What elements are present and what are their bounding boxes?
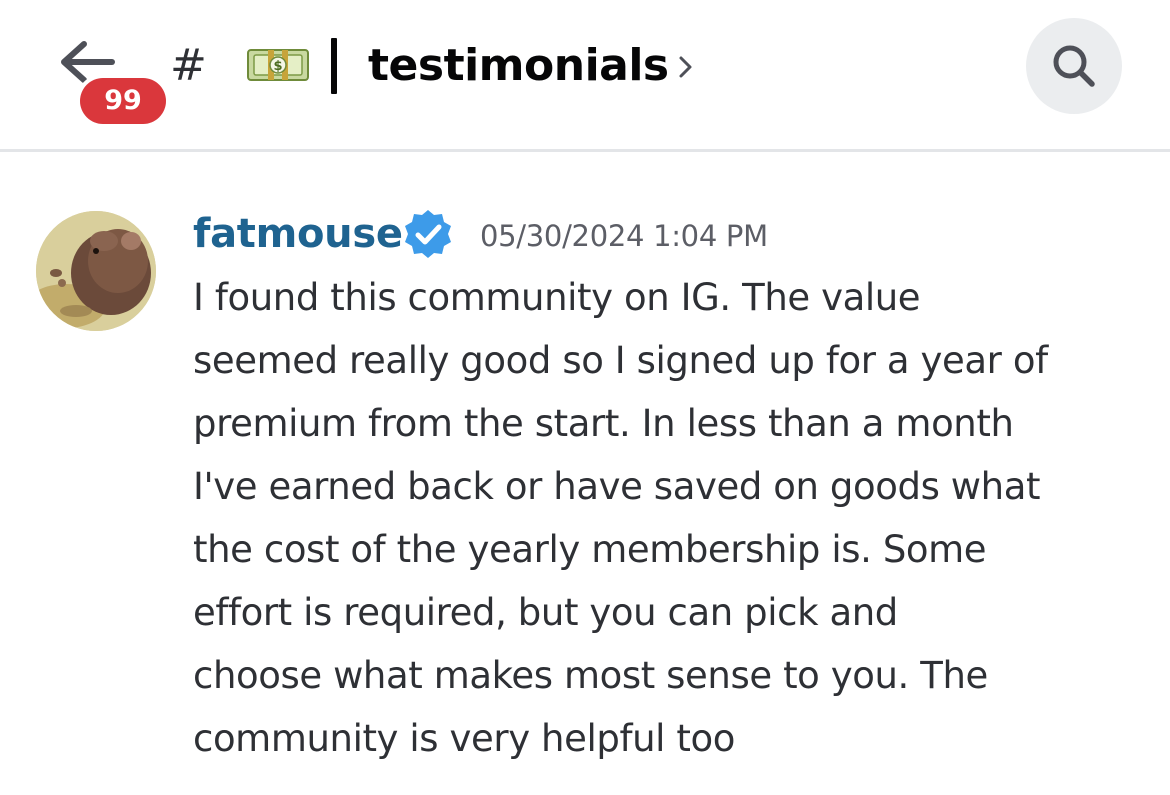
channel-header: 99 # $ testimonials — [0, 0, 1170, 152]
unread-count-badge: 99 — [80, 78, 166, 124]
message-line: premium from the start. In less than a m… — [193, 402, 1014, 445]
message-line: I've earned back or have saved on goods … — [193, 465, 1041, 508]
money-with-wings-banknote-icon: $ — [247, 49, 309, 81]
message-line: choose what makes most sense to you. The — [193, 654, 988, 697]
message-line: community is very helpful too — [193, 717, 735, 760]
chevron-right-icon[interactable] — [676, 52, 696, 82]
message-content: I found this community on IG. The value … — [193, 266, 1143, 770]
verified-badge-icon — [405, 210, 451, 258]
svg-text:$: $ — [273, 59, 282, 74]
message-author[interactable]: fatmouse — [193, 206, 403, 262]
channel-title[interactable]: testimonials — [368, 34, 669, 98]
message-line: effort is required, but you can pick and — [193, 591, 898, 634]
message-line: the cost of the yearly membership is. So… — [193, 528, 987, 571]
channel-hash-icon: # — [170, 40, 207, 91]
header-divider — [0, 149, 1170, 152]
message-line: seemed really good so I signed up for a … — [193, 339, 1048, 382]
search-icon — [1053, 45, 1095, 87]
avatar[interactable] — [36, 211, 156, 331]
search-button[interactable] — [1026, 18, 1122, 114]
message-timestamp: 05/30/2024 1:04 PM — [480, 219, 768, 253]
mouse-avatar-image — [36, 211, 156, 331]
channel-separator — [331, 38, 337, 94]
message-line: I found this community on IG. The value — [193, 276, 921, 319]
